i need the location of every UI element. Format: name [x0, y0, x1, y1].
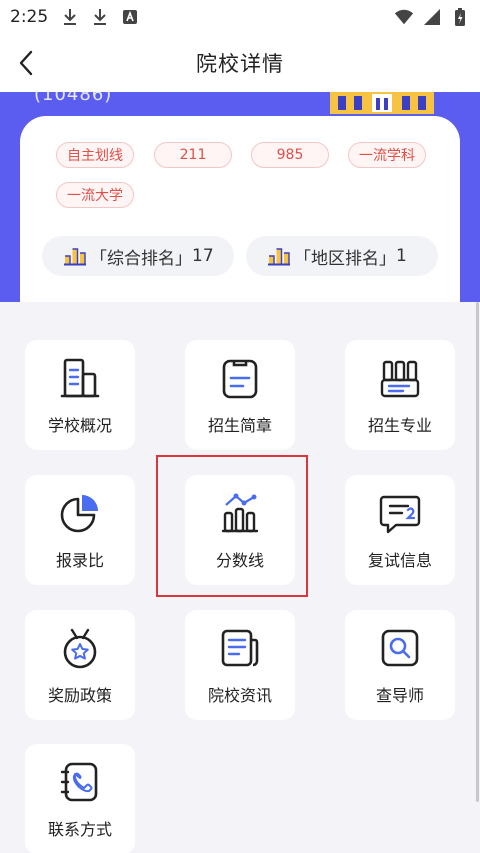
school-building-icon: [330, 92, 434, 114]
tile-retest-info[interactable]: 复试信息: [345, 475, 455, 585]
scrollbar[interactable]: [476, 302, 479, 802]
tile-label: 院校资讯: [207, 686, 272, 705]
search-doc-icon: [378, 626, 422, 670]
pie-chart-icon: [58, 491, 102, 535]
text-a-icon: [120, 7, 140, 27]
rank-label: 「地区排名」: [294, 248, 396, 269]
tile-label: 招生专业: [367, 416, 432, 435]
tag-item: 一流大学: [56, 182, 134, 208]
phone-book-icon: [58, 760, 102, 804]
rank-label: 「综合排名」: [90, 248, 192, 269]
download-icon: [60, 7, 80, 27]
tile-label: 奖励政策: [47, 686, 112, 705]
tile-label: 招生简章: [207, 416, 272, 435]
region-rank: 「地区排名」 1: [246, 236, 438, 276]
tile-admission-majors[interactable]: 招生专业: [345, 340, 455, 450]
medal-icon: [58, 626, 102, 670]
tile-scholarship-policy[interactable]: 奖励政策: [25, 610, 135, 720]
back-button[interactable]: [8, 44, 44, 82]
message-icon: [378, 491, 422, 535]
books-icon: [378, 356, 422, 400]
status-time: 2:25: [10, 7, 49, 27]
download-icon: [90, 7, 110, 27]
tag-item: 一流学科: [348, 142, 426, 168]
tag-item: 985: [251, 142, 329, 168]
podium-icon: [268, 248, 290, 266]
building-icon: [58, 356, 102, 400]
tile-label: 报录比: [55, 551, 104, 570]
tile-school-news[interactable]: 院校资讯: [185, 610, 295, 720]
school-info-card: 自主划线 211 985 一流学科 一流大学 「综合排名」 17 「地区排名」 …: [20, 116, 460, 316]
tile-label: 联系方式: [47, 820, 112, 839]
overall-rank: 「综合排名」 17: [42, 236, 234, 276]
tag-item: 211: [154, 142, 232, 168]
tile-label: 查导师: [375, 686, 424, 705]
school-code: (10486): [34, 92, 113, 105]
battery-icon: [450, 7, 470, 27]
page-title: 院校详情: [196, 52, 284, 76]
chevron-left-icon: [19, 50, 33, 76]
app-header: 院校详情: [0, 34, 480, 92]
podium-icon: [64, 248, 86, 266]
signal-icon: [422, 7, 442, 27]
tile-admission-guide[interactable]: 招生简章: [185, 340, 295, 450]
tile-label: 学校概况: [47, 416, 112, 435]
selection-highlight: [156, 455, 308, 597]
news-icon: [218, 626, 262, 670]
rank-value: 1: [396, 246, 407, 266]
tile-find-supervisor[interactable]: 查导师: [345, 610, 455, 720]
tile-label: 复试信息: [367, 551, 432, 570]
tag-item: 自主划线: [56, 142, 134, 168]
wifi-icon: [394, 7, 414, 27]
clipboard-icon: [218, 356, 262, 400]
rank-value: 17: [192, 246, 214, 266]
status-bar: 2:25: [0, 0, 480, 34]
tile-contact-info[interactable]: 联系方式: [25, 744, 135, 853]
tile-school-overview[interactable]: 学校概况: [25, 340, 135, 450]
tile-admission-ratio[interactable]: 报录比: [25, 475, 135, 585]
